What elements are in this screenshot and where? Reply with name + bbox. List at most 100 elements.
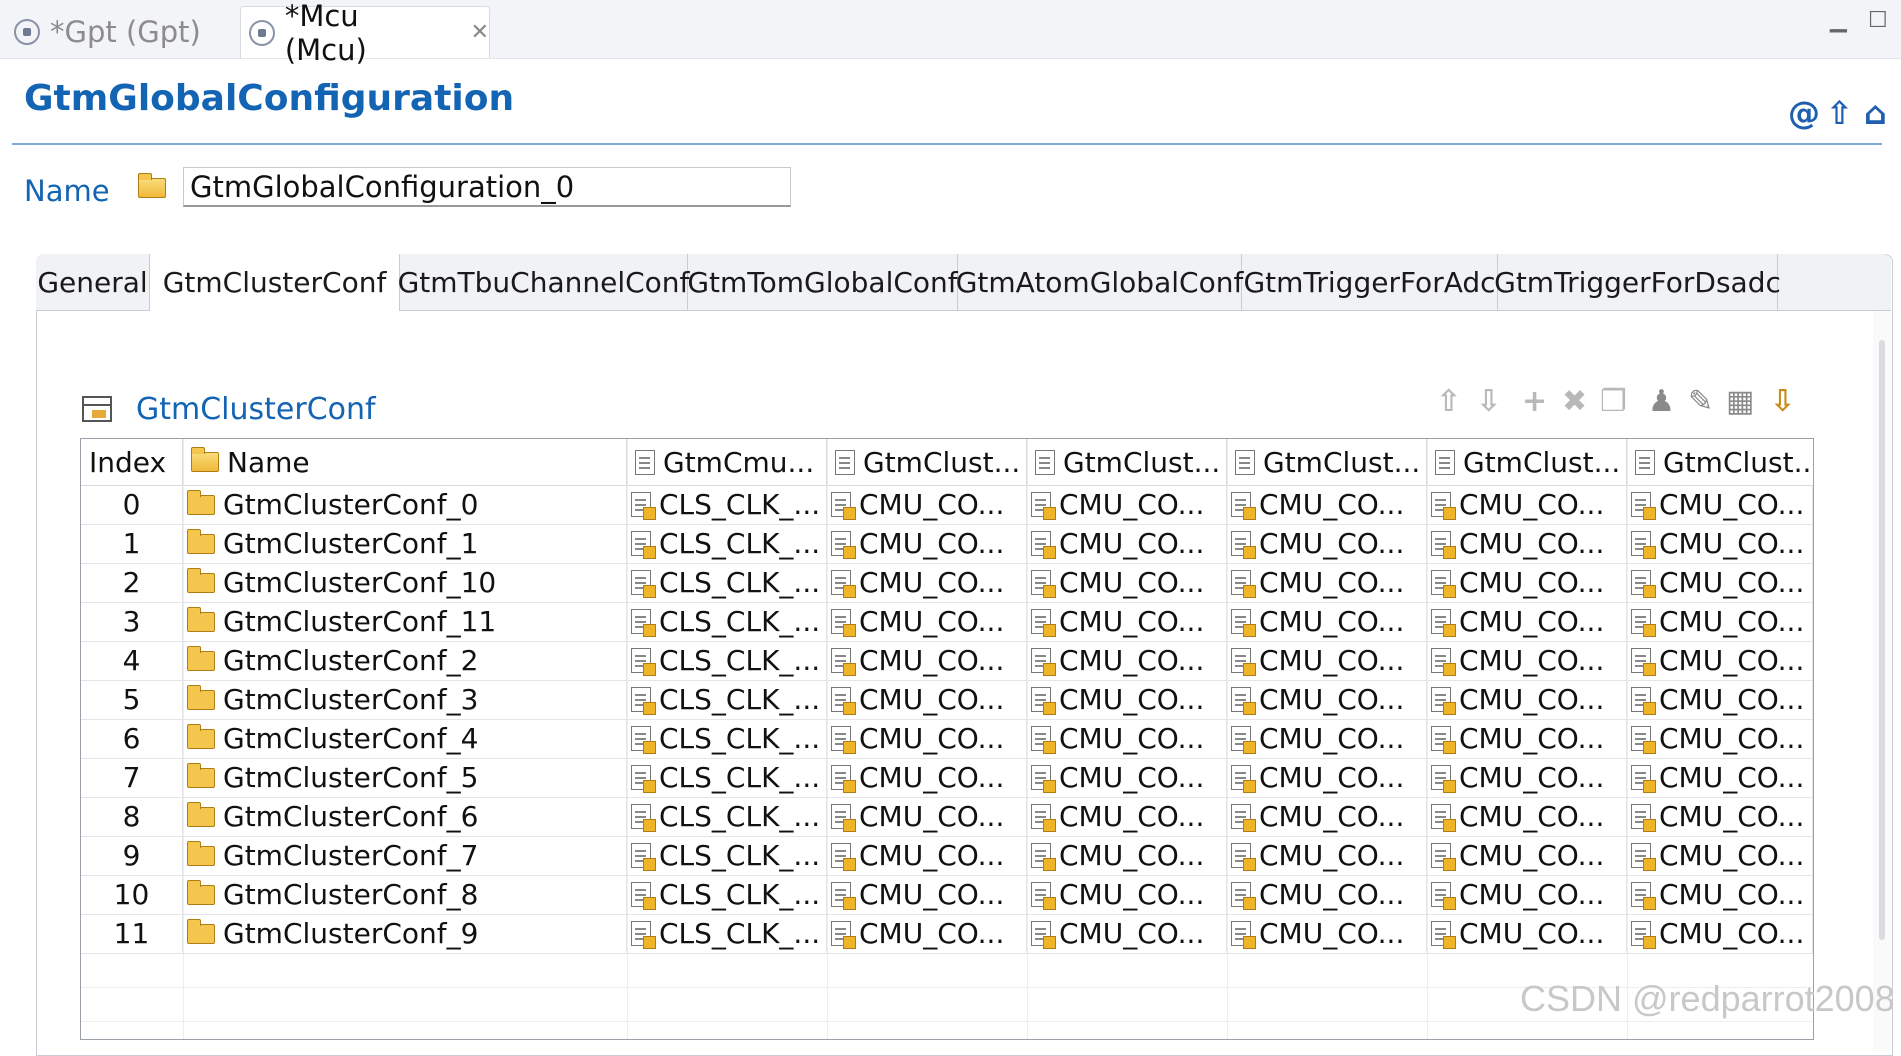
value-cell[interactable]: CMU_CO... — [1227, 524, 1427, 563]
value-cell[interactable]: CLS_CLK_... — [627, 485, 827, 524]
value-cell[interactable]: CMU_CO... — [1427, 602, 1627, 641]
table-row[interactable]: 9 GtmClusterConf_7 CLS_CLK_... CMU_CO... CMU… — [81, 836, 1813, 876]
tab-gtmclusterconf[interactable]: GtmClusterConf — [150, 254, 400, 311]
value-cell[interactable]: CMU_CO... — [827, 836, 1027, 875]
value-cell[interactable]: CMU_CO... — [1627, 485, 1813, 524]
value-cell[interactable]: CMU_CO... — [827, 758, 1027, 797]
value-cell[interactable]: CMU_CO... — [827, 563, 1027, 602]
value-cell[interactable]: CMU_CO... — [1627, 914, 1813, 953]
column-header-gtmcmu[interactable]: GtmCmu... — [627, 439, 827, 485]
value-cell[interactable]: CMU_CO... — [827, 797, 1027, 836]
add-icon[interactable]: + — [1522, 384, 1547, 419]
value-cell[interactable]: CLS_CLK_... — [627, 914, 827, 953]
table-row[interactable]: 8 GtmClusterConf_6 CLS_CLK_... CMU_CO... CMU… — [81, 797, 1813, 837]
value-cell[interactable]: CMU_CO... — [1227, 836, 1427, 875]
value-cell[interactable]: CMU_CO... — [1027, 563, 1227, 602]
value-cell[interactable]: CLS_CLK_... — [627, 836, 827, 875]
table-row[interactable]: 10 GtmClusterConf_8 CLS_CLK_... CMU_CO... CM… — [81, 875, 1813, 915]
column-header-gtmclust-5[interactable]: GtmClust.. — [1627, 439, 1813, 485]
value-cell[interactable]: CLS_CLK_... — [627, 680, 827, 719]
value-cell[interactable]: CLS_CLK_... — [627, 524, 827, 563]
value-cell[interactable]: CMU_CO... — [1427, 563, 1627, 602]
value-cell[interactable]: CMU_CO... — [1027, 485, 1227, 524]
table-row[interactable]: 6 GtmClusterConf_4 CLS_CLK_... CMU_CO... CMU… — [81, 719, 1813, 759]
column-header-name[interactable]: Name — [183, 439, 627, 485]
pencil-icon[interactable]: ✎ — [1688, 384, 1713, 419]
value-cell[interactable]: CMU_CO... — [1627, 680, 1813, 719]
value-cell[interactable]: CMU_CO... — [1227, 602, 1427, 641]
column-header-gtmclust-4[interactable]: GtmClust... — [1427, 439, 1627, 485]
table-row[interactable]: 5 GtmClusterConf_3 CLS_CLK_... CMU_CO... CMU… — [81, 680, 1813, 720]
value-cell[interactable]: CMU_CO... — [827, 914, 1027, 953]
value-cell[interactable]: CMU_CO... — [1627, 602, 1813, 641]
name-cell[interactable]: GtmClusterConf_3 — [183, 680, 627, 719]
value-cell[interactable]: CMU_CO... — [827, 524, 1027, 563]
maximize-icon[interactable]: ☐ — [1868, 8, 1888, 33]
name-input[interactable] — [183, 167, 791, 207]
value-cell[interactable]: CMU_CO... — [1027, 914, 1227, 953]
tab-gtmatomglobalconf[interactable]: GtmAtomGlobalConf — [956, 254, 1243, 310]
table-row[interactable]: 3 GtmClusterConf_11 CLS_CLK_... CMU_CO... CM… — [81, 602, 1813, 642]
home-icon[interactable]: ⌂ — [1864, 94, 1887, 132]
name-cell[interactable]: GtmClusterConf_7 — [183, 836, 627, 875]
at-sign-icon[interactable]: @ — [1788, 94, 1820, 132]
user-edit-icon[interactable]: ♟ — [1648, 384, 1675, 419]
move-up-icon[interactable]: ⇧ — [1436, 384, 1461, 419]
close-icon[interactable]: ✕ — [471, 20, 489, 45]
column-header-gtmclust-3[interactable]: GtmClust... — [1227, 439, 1427, 485]
value-cell[interactable]: CMU_CO... — [1627, 719, 1813, 758]
edit-table-icon[interactable]: ▦ — [1726, 384, 1754, 419]
value-cell[interactable]: CMU_CO... — [1427, 836, 1627, 875]
value-cell[interactable]: CLS_CLK_... — [627, 758, 827, 797]
import-icon[interactable]: ⇩ — [1770, 384, 1795, 419]
editor-tab-gpt[interactable]: *Gpt (Gpt) — [14, 6, 201, 58]
value-cell[interactable]: CMU_CO... — [1227, 758, 1427, 797]
value-cell[interactable]: CMU_CO... — [1627, 797, 1813, 836]
value-cell[interactable]: CMU_CO... — [1427, 914, 1627, 953]
value-cell[interactable]: CMU_CO... — [1027, 836, 1227, 875]
table-row[interactable]: 2 GtmClusterConf_10 CLS_CLK_... CMU_CO... CM… — [81, 563, 1813, 603]
tab-gtmtbuchannelconf[interactable]: GtmTbuChannelConf — [398, 254, 689, 310]
copy-icon[interactable]: ❐ — [1600, 384, 1627, 419]
value-cell[interactable]: CMU_CO... — [1227, 914, 1427, 953]
value-cell[interactable]: CMU_CO... — [1427, 680, 1627, 719]
value-cell[interactable]: CMU_CO... — [1427, 485, 1627, 524]
name-cell[interactable]: GtmClusterConf_6 — [183, 797, 627, 836]
name-cell[interactable]: GtmClusterConf_1 — [183, 524, 627, 563]
tab-gtmtriggerforadc[interactable]: GtmTriggerForAdc — [1242, 254, 1498, 310]
value-cell[interactable]: CLS_CLK_... — [627, 797, 827, 836]
value-cell[interactable]: CMU_CO... — [827, 719, 1027, 758]
value-cell[interactable]: CMU_CO... — [1627, 641, 1813, 680]
value-cell[interactable]: CMU_CO... — [1227, 485, 1427, 524]
column-header-gtmclust-2[interactable]: GtmClust... — [1027, 439, 1227, 485]
table-row[interactable]: 11 GtmClusterConf_9 CLS_CLK_... CMU_CO... CM… — [81, 914, 1813, 954]
value-cell[interactable]: CLS_CLK_... — [627, 875, 827, 914]
value-cell[interactable]: CMU_CO... — [827, 602, 1027, 641]
value-cell[interactable]: CMU_CO... — [1227, 797, 1427, 836]
value-cell[interactable]: CMU_CO... — [1227, 719, 1427, 758]
value-cell[interactable]: CMU_CO... — [1027, 875, 1227, 914]
value-cell[interactable]: CMU_CO... — [827, 680, 1027, 719]
value-cell[interactable]: CMU_CO... — [1027, 758, 1227, 797]
column-header-index[interactable]: Index — [81, 439, 183, 485]
value-cell[interactable]: CMU_CO... — [1027, 680, 1227, 719]
value-cell[interactable]: CMU_CO... — [1427, 641, 1627, 680]
tab-gtmtomglobalconf[interactable]: GtmTomGlobalConf — [687, 254, 958, 310]
name-cell[interactable]: GtmClusterConf_5 — [183, 758, 627, 797]
delete-icon[interactable]: ✖ — [1562, 384, 1587, 419]
name-cell[interactable]: GtmClusterConf_10 — [183, 563, 627, 602]
value-cell[interactable]: CMU_CO... — [1627, 524, 1813, 563]
name-cell[interactable]: GtmClusterConf_0 — [183, 485, 627, 524]
value-cell[interactable]: CMU_CO... — [1427, 524, 1627, 563]
table-row[interactable]: 7 GtmClusterConf_5 CLS_CLK_... CMU_CO... CMU… — [81, 758, 1813, 798]
table-row[interactable]: 4 GtmClusterConf_2 CLS_CLK_... CMU_CO... CMU… — [81, 641, 1813, 681]
value-cell[interactable]: CLS_CLK_... — [627, 563, 827, 602]
value-cell[interactable]: CMU_CO... — [1427, 875, 1627, 914]
tab-general[interactable]: General — [36, 254, 150, 310]
value-cell[interactable]: CMU_CO... — [1427, 758, 1627, 797]
value-cell[interactable]: CMU_CO... — [1427, 719, 1627, 758]
value-cell[interactable]: CMU_CO... — [1027, 719, 1227, 758]
value-cell[interactable]: CMU_CO... — [1427, 797, 1627, 836]
scrollbar-thumb[interactable] — [1879, 340, 1885, 940]
table-row[interactable]: 0 GtmClusterConf_0 CLS_CLK_... CMU_CO... CMU… — [81, 485, 1813, 525]
